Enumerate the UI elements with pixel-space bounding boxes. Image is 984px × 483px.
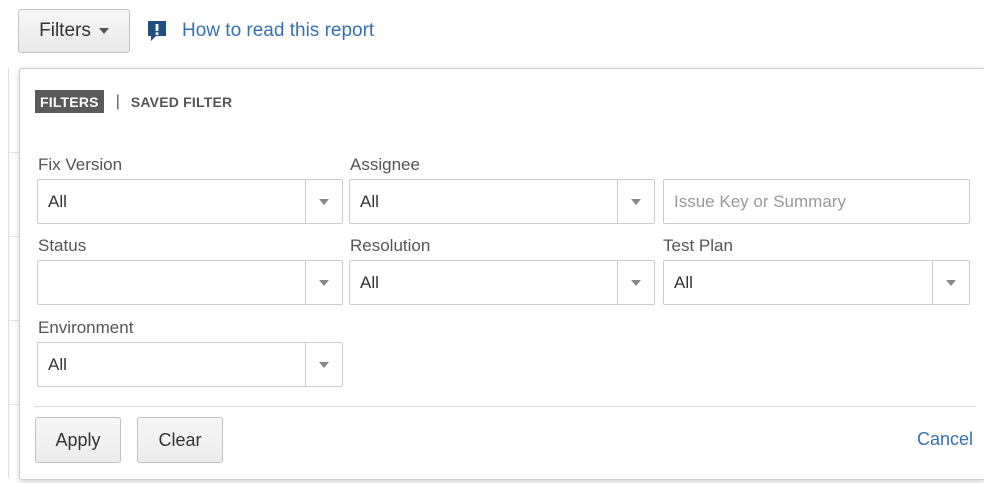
status-label: Status xyxy=(38,236,87,255)
resolution-select[interactable]: All xyxy=(349,260,655,305)
cancel-link[interactable]: Cancel xyxy=(917,429,973,450)
how-to-read-report-link[interactable]: How to read this report xyxy=(182,20,374,42)
help-link-group[interactable]: How to read this report xyxy=(146,19,374,43)
clear-button-label: Clear xyxy=(158,429,202,450)
clear-button[interactable]: Clear xyxy=(137,417,223,463)
tab-separator: | xyxy=(115,92,120,110)
tab-filters[interactable]: FILTERS xyxy=(35,90,104,113)
caret-down-icon xyxy=(98,28,109,34)
triangle-down-icon xyxy=(946,279,956,286)
fix-version-label: Fix Version xyxy=(38,155,123,174)
resolution-dropdown-toggle[interactable] xyxy=(617,261,654,304)
environment-label: Environment xyxy=(38,318,134,337)
test-plan-dropdown-toggle[interactable] xyxy=(932,261,969,304)
fix-version-select[interactable]: All xyxy=(37,179,343,224)
environment-dropdown-toggle[interactable] xyxy=(305,343,342,386)
assignee-dropdown-toggle[interactable] xyxy=(617,180,654,223)
background-table-edge xyxy=(8,68,9,478)
filters-dropdown-button[interactable]: Filters xyxy=(18,9,130,53)
environment-select[interactable]: All xyxy=(37,342,343,387)
triangle-down-icon xyxy=(631,279,641,286)
apply-button[interactable]: Apply xyxy=(35,417,121,463)
filter-tabs: FILTERS | SAVED FILTER xyxy=(35,90,232,113)
assignee-select[interactable]: All xyxy=(349,179,655,224)
environment-value: All xyxy=(48,355,67,374)
test-plan-value: All xyxy=(674,273,693,292)
panel-divider xyxy=(34,406,975,407)
triangle-down-icon xyxy=(319,361,329,368)
fix-version-value: All xyxy=(48,192,67,211)
test-plan-select[interactable]: All xyxy=(663,260,970,305)
triangle-down-icon xyxy=(319,198,329,205)
report-toolbar: Filters How to read this report xyxy=(18,9,374,53)
resolution-label: Resolution xyxy=(350,236,431,255)
issue-search-input[interactable] xyxy=(663,179,970,224)
apply-button-label: Apply xyxy=(55,429,101,450)
assignee-label: Assignee xyxy=(350,155,420,174)
assignee-value: All xyxy=(360,192,379,211)
tab-saved-filter[interactable]: SAVED FILTER xyxy=(131,94,232,110)
test-plan-label: Test Plan xyxy=(663,236,733,255)
triangle-down-icon xyxy=(631,198,641,205)
fix-version-dropdown-toggle[interactable] xyxy=(305,180,342,223)
status-select[interactable] xyxy=(37,260,343,305)
status-dropdown-toggle[interactable] xyxy=(305,261,342,304)
filters-button-label: Filters xyxy=(39,20,91,41)
feedback-icon xyxy=(148,21,166,41)
filters-panel: FILTERS | SAVED FILTER Fix Version All A… xyxy=(19,68,984,480)
resolution-value: All xyxy=(360,273,379,292)
triangle-down-icon xyxy=(319,279,329,286)
